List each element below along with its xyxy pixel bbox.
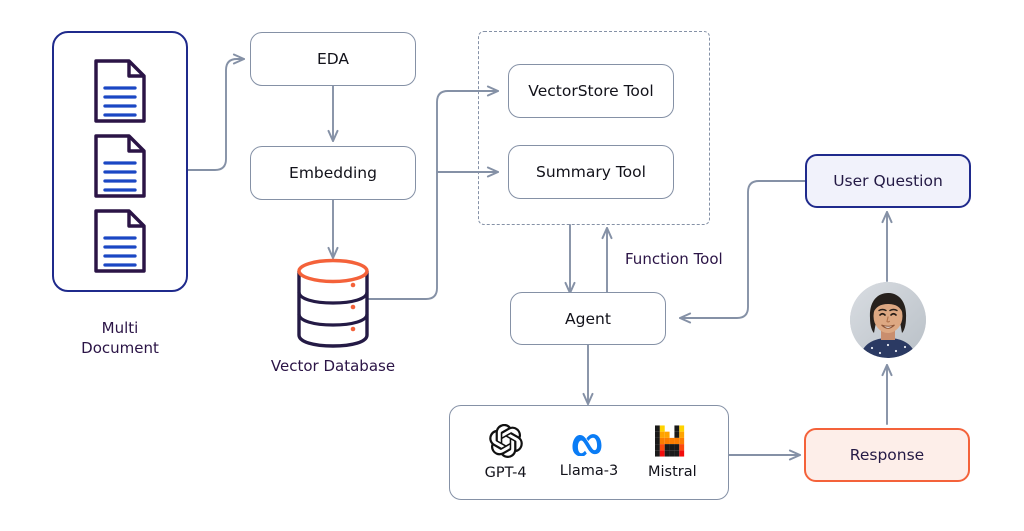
- openai-logo-icon: [488, 424, 523, 458]
- document-icon: [94, 134, 146, 198]
- user-question-label: User Question: [833, 172, 943, 190]
- model-label-mistral: Mistral: [647, 464, 697, 480]
- multi-document-label: Multi Document: [52, 318, 188, 359]
- model-label-gpt4: GPT-4: [484, 465, 527, 481]
- eda-label: EDA: [316, 50, 350, 68]
- document-icon: [94, 209, 146, 273]
- model-item-mistral[interactable]: Mistral: [634, 425, 710, 480]
- multi-document-label-line1: Multi: [101, 319, 139, 337]
- eda-box[interactable]: EDA: [250, 32, 416, 86]
- models-box[interactable]: GPT-4 Llama-3 Mistral: [449, 405, 729, 500]
- user-avatar-image: [850, 282, 926, 358]
- model-label-llama3: Llama-3: [559, 463, 619, 479]
- vectorstore-tool-box[interactable]: VectorStore Tool: [508, 64, 674, 118]
- model-item-llama3[interactable]: Llama-3: [551, 426, 627, 479]
- multi-document-label-line2: Document: [81, 339, 159, 358]
- response-box[interactable]: Response: [804, 428, 970, 482]
- meta-logo-icon: [572, 434, 602, 456]
- vector-database-label: Vector Database: [270, 357, 396, 375]
- mistral-logo-icon: [655, 425, 685, 457]
- function-tool-label: Function Tool: [625, 250, 723, 268]
- vector-database-icon: [297, 258, 369, 348]
- model-item-gpt4[interactable]: GPT-4: [468, 424, 544, 481]
- edge-docs-to-eda: [187, 53, 245, 171]
- summary-tool-label: Summary Tool: [536, 163, 646, 181]
- summary-tool-box[interactable]: Summary Tool: [508, 145, 674, 199]
- agent-box[interactable]: Agent: [510, 292, 666, 345]
- response-label: Response: [849, 446, 925, 464]
- user-avatar: [850, 282, 926, 358]
- diagram-canvas: Multi Document EDA Embedding Vector Data…: [0, 0, 1024, 531]
- embedding-box[interactable]: Embedding: [250, 146, 416, 200]
- embedding-label: Embedding: [289, 164, 377, 182]
- agent-label: Agent: [565, 309, 611, 328]
- vectorstore-tool-label: VectorStore Tool: [528, 82, 654, 100]
- document-icon: [94, 59, 146, 123]
- user-question-box[interactable]: User Question: [805, 154, 971, 208]
